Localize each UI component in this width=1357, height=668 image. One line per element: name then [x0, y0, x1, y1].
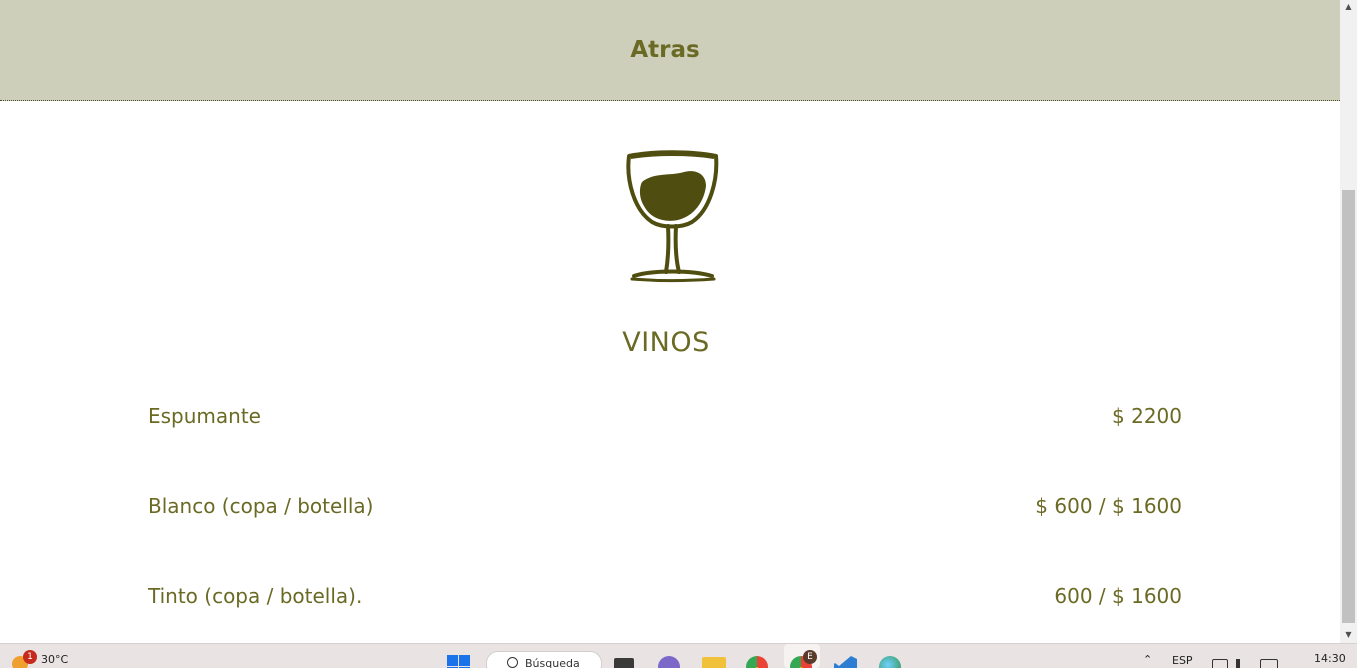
- profile-badge: E: [803, 650, 817, 664]
- chrome-icon: [746, 656, 768, 668]
- clock-time[interactable]: 14:30: [1314, 652, 1346, 665]
- scroll-up-icon[interactable]: ▲: [1340, 0, 1357, 14]
- chrome-profile-app-button[interactable]: E: [784, 644, 820, 668]
- vertical-scrollbar[interactable]: ▲ ▼: [1340, 0, 1357, 643]
- weather-widget[interactable]: 1 30°C: [8, 644, 88, 668]
- menu-item-name: Blanco (copa / botella): [148, 494, 374, 518]
- browser-viewport: Atras VINOS Espumante $ 2200 Blanco (cop…: [0, 0, 1340, 643]
- back-link[interactable]: Atras: [630, 37, 699, 63]
- weather-badge: 1: [23, 650, 37, 664]
- windows-icon: [447, 655, 470, 668]
- start-button[interactable]: [447, 644, 473, 668]
- menu-item-name: Tinto (copa / botella).: [148, 584, 363, 608]
- browser-app-button[interactable]: [876, 644, 904, 668]
- vscode-icon: [834, 656, 857, 668]
- menu-item: Tinto (copa / botella). 600 / $ 1600: [148, 584, 1182, 608]
- vscode-app-button[interactable]: [832, 644, 860, 668]
- scroll-down-icon[interactable]: ▼: [1340, 628, 1357, 642]
- taskbar: 1 30°C Búsqueda E ⌃ ESP 14:30: [0, 643, 1357, 668]
- chrome-app-button[interactable]: [744, 644, 772, 668]
- search-placeholder: Búsqueda: [525, 657, 580, 668]
- weather-temperature: 30°C: [41, 653, 69, 666]
- folder-icon: [702, 657, 726, 668]
- taskbar-search[interactable]: Búsqueda: [486, 651, 602, 668]
- show-hidden-icons-button[interactable]: ⌃: [1140, 644, 1156, 668]
- scrollbar-thumb[interactable]: [1342, 190, 1355, 623]
- menu-item-price: $ 2200: [1112, 404, 1182, 428]
- wine-glass-icon: [626, 150, 719, 282]
- menu-item: Espumante $ 2200: [148, 404, 1182, 428]
- language-indicator[interactable]: ESP: [1172, 654, 1193, 667]
- globe-icon: [879, 656, 901, 668]
- system-tray-status[interactable]: [1210, 644, 1280, 668]
- chat-icon: [658, 656, 680, 668]
- menu-item-price: 600 / $ 1600: [1054, 584, 1182, 608]
- task-view-button[interactable]: [612, 644, 638, 668]
- search-icon: [507, 657, 518, 668]
- teams-app-button[interactable]: [656, 644, 682, 668]
- menu-item-price: $ 600 / $ 1600: [1035, 494, 1182, 518]
- top-bar: Atras: [0, 0, 1340, 101]
- chevron-up-icon: ⌃: [1143, 653, 1153, 666]
- menu-item: Blanco (copa / botella) $ 600 / $ 1600: [148, 494, 1182, 518]
- file-explorer-button[interactable]: [700, 644, 728, 668]
- section-title: VINOS: [622, 327, 710, 358]
- menu-item-name: Espumante: [148, 404, 261, 428]
